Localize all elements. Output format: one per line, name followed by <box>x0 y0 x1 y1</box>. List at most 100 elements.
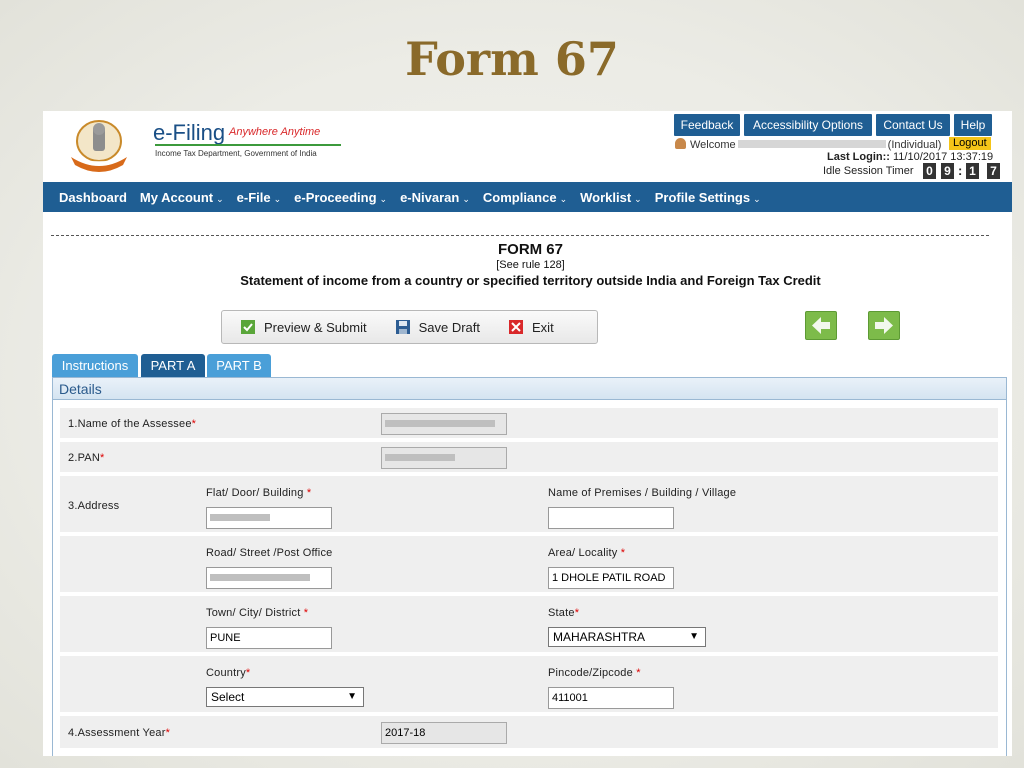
user-type: (Individual) <box>887 139 942 151</box>
country-select[interactable]: Select ▼ <box>206 687 364 707</box>
form-description: Statement of income from a country or sp… <box>240 273 821 288</box>
chevron-down-icon: ⌄ <box>216 193 224 204</box>
redacted-username <box>737 140 886 148</box>
road-label: Road/ Street /Post Office <box>206 547 333 559</box>
form-title: FORM 67 <box>497 241 563 258</box>
flat-input[interactable] <box>206 507 332 529</box>
timer-digit: 1 <box>966 163 979 179</box>
arrow-right-icon <box>875 317 893 334</box>
state-label: State* <box>548 607 580 619</box>
exit-label: Exit <box>532 319 554 335</box>
nav-item-label: Compliance <box>482 189 557 205</box>
nav-item-label: Profile Settings <box>654 189 751 205</box>
site-header: e-Filing Anywhere Anytime Income Tax Dep… <box>43 111 1012 182</box>
floppy-disk-icon <box>395 320 410 334</box>
help-button[interactable]: Help <box>954 114 992 136</box>
last-login-value: 11/10/2017 13:37:19 <box>893 151 994 163</box>
last-login-label: Last Login:: <box>827 151 890 163</box>
assessee-name-field <box>381 413 507 435</box>
nav-item-label: e-Proceeding <box>294 189 377 205</box>
details-panel: Details 1.Name of the Assessee* 2.PAN* 3… <box>52 377 1007 756</box>
logo-tagline: Anywhere Anytime <box>229 126 321 138</box>
close-icon <box>509 320 524 334</box>
address-row-2: Road/ Street /Post Office Area/ Locality… <box>60 536 998 594</box>
nav-item-worklist[interactable]: Worklist ⌄ <box>580 190 642 205</box>
emblem-logo-icon <box>71 120 127 172</box>
timer-digit: 7 <box>987 163 1000 179</box>
save-draft-button[interactable]: Save Draft <box>395 319 480 335</box>
dropdown-arrow-icon: ▼ <box>347 691 357 702</box>
chevron-down-icon: ⌄ <box>379 193 388 204</box>
details-header: Details <box>53 378 1006 400</box>
nav-item-e-proceeding[interactable]: e-Proceeding ⌄ <box>294 190 387 205</box>
pan-row: 2.PAN* <box>60 442 998 474</box>
area-label: Area/ Locality * <box>548 547 626 559</box>
timer-digit: 9 <box>941 163 954 179</box>
nav-item-e-nivaran[interactable]: e-Nivaran ⌄ <box>400 190 470 205</box>
nav-item-label: My Account <box>139 189 214 205</box>
logo-divider <box>155 144 341 146</box>
chevron-down-icon: ⌄ <box>273 193 282 204</box>
next-page-button[interactable] <box>868 311 900 340</box>
chevron-down-icon: ⌄ <box>634 193 642 204</box>
assessment-year-row: 4.Assessment Year* 2017-18 <box>60 716 998 750</box>
state-value: MAHARASHTRA <box>553 630 646 644</box>
area-input[interactable]: 1 DHOLE PATIL ROAD <box>548 567 674 589</box>
tab-instructions[interactable]: Instructions <box>52 354 138 378</box>
idle-timer-label: Idle Session Timer <box>823 165 914 177</box>
chevron-down-icon: ⌄ <box>559 193 568 204</box>
nav-item-compliance[interactable]: Compliance ⌄ <box>483 190 567 205</box>
pan-label: 2.PAN* <box>68 452 105 464</box>
premises-input[interactable] <box>548 507 674 529</box>
timer-digit: 0 <box>923 163 936 179</box>
road-input[interactable] <box>206 567 332 589</box>
town-input[interactable]: PUNE <box>206 627 332 649</box>
efiling-screenshot: e-Filing Anywhere Anytime Income Tax Dep… <box>43 111 1012 756</box>
tab-part-b[interactable]: PART B <box>207 354 271 378</box>
flat-label: Flat/ Door/ Building * <box>206 487 312 499</box>
tab-part-a[interactable]: PART A <box>141 354 205 378</box>
chevron-down-icon: ⌄ <box>462 193 470 204</box>
nav-item-label: Dashboard <box>59 189 127 205</box>
arrow-left-icon <box>812 317 830 334</box>
address-row-4: Country* Select ▼ Pincode/Zipcode * 41100… <box>60 656 998 714</box>
nav-item-label: e-File <box>236 189 271 205</box>
contact-us-button[interactable]: Contact Us <box>876 114 950 136</box>
nav-item-profile-settings[interactable]: Profile Settings ⌄ <box>655 190 761 205</box>
premises-label: Name of Premises / Building / Village <box>548 487 737 499</box>
dropdown-arrow-icon: ▼ <box>689 631 699 642</box>
feedback-button[interactable]: Feedback <box>674 114 740 136</box>
accessibility-options-button[interactable]: Accessibility Options <box>744 114 872 136</box>
address-row-3: Town/ City/ District * PUNE State* MAHAR… <box>60 596 998 654</box>
logout-button[interactable]: Logout <box>949 137 991 150</box>
nav-item-label: e-Nivaran <box>400 189 460 205</box>
pincode-label: Pincode/Zipcode * <box>548 667 641 679</box>
form-toolbar: Preview & Submit Save Draft Exit <box>221 310 598 344</box>
chevron-down-icon: ⌄ <box>753 193 761 204</box>
state-select[interactable]: MAHARASHTRA ▼ <box>548 627 706 647</box>
assessment-year-label: 4.Assessment Year* <box>68 727 171 739</box>
previous-page-button[interactable] <box>805 311 837 340</box>
dashed-divider <box>51 235 989 236</box>
nav-item-label: Worklist <box>580 189 632 205</box>
nav-item-dashboard[interactable]: Dashboard <box>59 190 127 205</box>
checkmark-icon <box>241 320 255 334</box>
logo-name: e-Filing <box>153 120 226 145</box>
nav-item-my-account[interactable]: My Account ⌄ <box>140 190 224 205</box>
exit-button[interactable]: Exit <box>508 319 554 335</box>
form-rule: [See rule 128] <box>496 259 565 271</box>
save-draft-label: Save Draft <box>418 319 481 335</box>
timer-colon: : <box>958 163 963 178</box>
address-label: 3.Address <box>68 500 120 512</box>
main-nav: Dashboard My Account ⌄ e-File ⌄ e-Proceeding ⌄… <box>43 182 1012 212</box>
logo-subtitle: Income Tax Department, Government of Ind… <box>155 149 317 158</box>
pincode-input[interactable]: 411001 <box>548 687 674 709</box>
slide-title: Form 67 <box>405 32 619 86</box>
assessment-year-field: 2017-18 <box>381 722 507 744</box>
town-label: Town/ City/ District * <box>206 607 309 619</box>
country-value: Select <box>211 690 245 704</box>
nav-item-e-file[interactable]: e-File ⌄ <box>237 190 282 205</box>
preview-submit-button[interactable]: Preview & Submit <box>240 319 367 335</box>
name-label: 1.Name of the Assessee* <box>68 418 197 430</box>
name-row: 1.Name of the Assessee* <box>60 408 998 440</box>
